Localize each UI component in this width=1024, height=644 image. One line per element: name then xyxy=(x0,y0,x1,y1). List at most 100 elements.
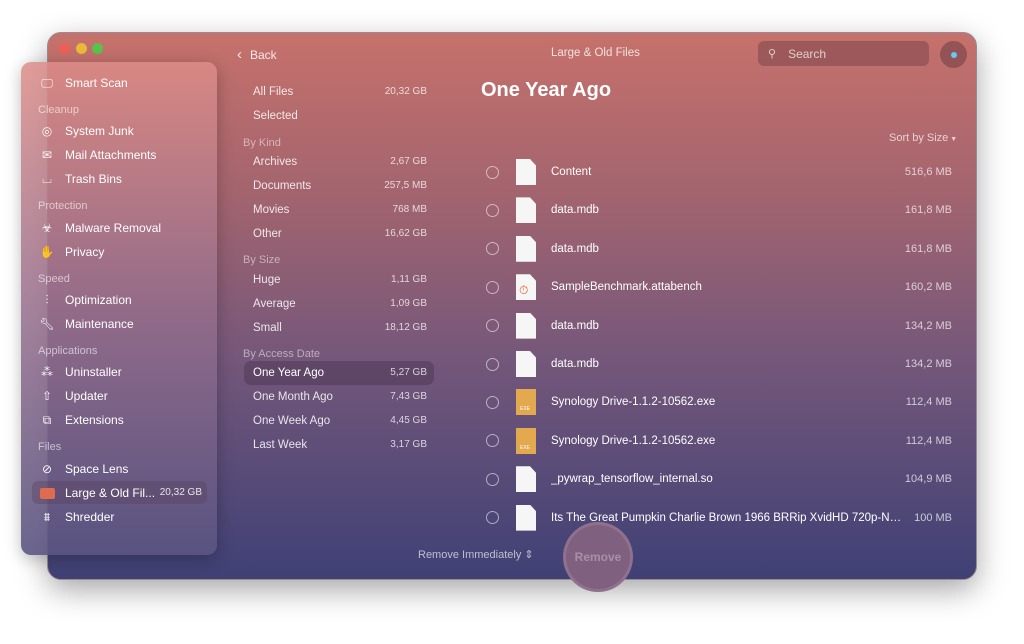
sidebar-item-space-lens[interactable]: ⊘ Space Lens xyxy=(39,460,128,478)
category-size: 1,09 GB xyxy=(390,298,427,309)
sidebar-item-shredder[interactable]: ⩩ Shredder xyxy=(39,508,115,526)
zoom-window-button[interactable] xyxy=(92,43,103,54)
exe-file-icon xyxy=(516,427,536,454)
window-title: Large & Old Files xyxy=(551,47,640,59)
category-one-month-ago[interactable]: One Month Ago 7,43 GB xyxy=(253,391,427,403)
file-row[interactable]: Its The Great Pumpkin Charlie Brown 1966… xyxy=(486,503,952,533)
search-icon: ⚲ xyxy=(768,48,777,60)
sidebar-item-privacy[interactable]: ✋ Privacy xyxy=(39,243,105,261)
file-row[interactable]: data.mdb 134,2 MB xyxy=(486,349,952,379)
select-checkbox[interactable] xyxy=(486,165,499,179)
minimize-window-button[interactable] xyxy=(76,43,87,54)
sidebar-item-optimization[interactable]: ⫶ Optimization xyxy=(39,291,131,309)
close-window-button[interactable] xyxy=(59,43,70,54)
file-size: 134,2 MB xyxy=(904,319,952,332)
remove-mode-select[interactable]: Remove Immediately ⇕ xyxy=(418,548,534,561)
group-header-by-size: By Size xyxy=(243,254,281,266)
category-movies[interactable]: Movies 768 MB xyxy=(253,204,427,216)
size-badge: 20,32 GB xyxy=(159,487,202,498)
sidebar-item-uninstaller[interactable]: ⁂ Uninstaller xyxy=(39,363,122,381)
assistant-button[interactable] xyxy=(940,41,967,68)
folder-icon xyxy=(39,485,55,501)
file-row[interactable]: data.mdb 161,8 MB xyxy=(486,234,952,264)
category-documents[interactable]: Documents 257,5 MB xyxy=(253,180,427,192)
file-row[interactable]: Content 516,6 MB xyxy=(486,157,952,187)
exe-file-icon xyxy=(516,389,536,416)
file-size: 100 MB xyxy=(914,511,952,524)
file-size: 516,6 MB xyxy=(904,166,952,178)
category-size: 768 MB xyxy=(392,204,427,215)
select-checkbox[interactable] xyxy=(486,511,499,525)
category-label: Other xyxy=(253,228,282,240)
select-checkbox[interactable] xyxy=(486,203,499,217)
category-label: Archives xyxy=(253,156,298,168)
document-icon xyxy=(516,351,536,377)
trash-icon: ⌴ xyxy=(42,172,52,186)
file-row[interactable]: _pywrap_tensorflow_internal.so 104,9 MB xyxy=(486,464,952,494)
file-row[interactable]: Synology Drive-1.1.2-10562.exe 112,4 MB xyxy=(486,387,952,417)
document-icon xyxy=(516,235,536,262)
category-small[interactable]: Small 18,12 GB xyxy=(253,322,427,334)
category-size: 2,67 GB xyxy=(390,156,427,167)
file-size: 112,4 MB xyxy=(905,396,952,409)
file-row[interactable]: data.mdb 134,2 MB xyxy=(486,311,952,341)
category-size: 18,12 GB xyxy=(384,322,427,333)
search-input[interactable]: ⚲ Search xyxy=(758,41,929,66)
sidebar-item-smart-scan[interactable]: 🖵 Smart Scan xyxy=(39,74,128,92)
category-label: Last Week xyxy=(253,439,308,451)
file-row[interactable]: SampleBenchmark.attabench 160,2 MB xyxy=(486,272,952,302)
select-checkbox[interactable] xyxy=(486,319,499,333)
document-icon xyxy=(516,466,536,493)
select-checkbox[interactable] xyxy=(486,357,499,371)
category-selected[interactable]: Selected xyxy=(253,110,427,122)
sidebar-item-system-junk[interactable]: ◎ System Junk xyxy=(39,122,134,140)
sidebar-item-mail-attachments[interactable]: ✉ Mail Attachments xyxy=(39,146,156,164)
shredder-icon: ⩩ xyxy=(43,510,51,524)
category-other[interactable]: Other 16,62 GB xyxy=(253,228,427,240)
select-checkbox[interactable] xyxy=(486,434,499,448)
category-one-week-ago[interactable]: One Week Ago 4,45 GB xyxy=(253,415,427,427)
file-size: 112,4 MB xyxy=(905,434,952,447)
category-last-week[interactable]: Last Week 3,17 GB xyxy=(253,439,427,451)
sidebar-item-extensions[interactable]: ⧉ Extensions xyxy=(39,411,124,429)
sidebar-item-trash-bins[interactable]: ⌴ Trash Bins xyxy=(39,170,122,188)
category-all-files[interactable]: All Files 20,32 GB xyxy=(253,86,427,98)
document-icon xyxy=(516,159,536,185)
file-row[interactable]: Synology Drive-1.1.2-10562.exe 112,4 MB xyxy=(486,426,952,456)
select-checkbox[interactable] xyxy=(486,242,499,256)
sidebar-section-protection: Protection xyxy=(38,200,88,212)
category-one-year-ago[interactable]: One Year Ago 5,27 GB xyxy=(253,367,427,379)
sidebar-item-malware-removal[interactable]: ☣ Malware Removal xyxy=(39,219,161,237)
biohazard-icon: ☣ xyxy=(41,221,53,235)
category-archives[interactable]: Archives 2,67 GB xyxy=(253,156,427,168)
select-checkbox[interactable] xyxy=(486,472,499,486)
sort-dropdown[interactable]: Sort by Size ▼ xyxy=(889,132,957,144)
sidebar-section-applications: Applications xyxy=(38,345,98,357)
file-name: Synology Drive-1.1.2-10562.exe xyxy=(551,434,716,447)
monitor-icon: 🖵 xyxy=(41,76,53,90)
file-row[interactable]: data.mdb 161,8 MB xyxy=(486,195,952,225)
sidebar-item-updater[interactable]: ⇧ Updater xyxy=(39,387,108,405)
sidebar-section-cleanup: Cleanup xyxy=(38,104,79,116)
back-button[interactable]: ‹ Back xyxy=(237,46,277,63)
category-huge[interactable]: Huge 1,11 GB xyxy=(253,274,427,286)
category-label: Huge xyxy=(253,274,281,286)
category-average[interactable]: Average 1,09 GB xyxy=(253,298,427,310)
sidebar-item-large-old-files[interactable]: Large & Old Fil... 20,32 GB xyxy=(39,484,202,502)
remove-button[interactable]: Remove xyxy=(563,522,633,592)
updater-icon: ⇧ xyxy=(41,389,53,403)
category-size: 3,17 GB xyxy=(390,439,427,450)
file-size: 134,2 MB xyxy=(904,358,952,370)
up-down-chevron-icon: ⇕ xyxy=(521,549,534,561)
category-size: 16,62 GB xyxy=(384,228,427,239)
sidebar-item-maintenance[interactable]: 🔧︎ Maintenance xyxy=(39,315,133,333)
file-name: data.mdb xyxy=(551,319,599,332)
category-size: 7,43 GB xyxy=(390,391,427,402)
file-name: Synology Drive-1.1.2-10562.exe xyxy=(551,396,716,409)
category-label: Movies xyxy=(253,204,290,216)
select-checkbox[interactable] xyxy=(486,395,499,409)
category-label: Small xyxy=(253,322,282,334)
select-checkbox[interactable] xyxy=(486,280,499,294)
file-name: data.mdb xyxy=(551,358,599,370)
category-label: One Week Ago xyxy=(253,415,331,427)
